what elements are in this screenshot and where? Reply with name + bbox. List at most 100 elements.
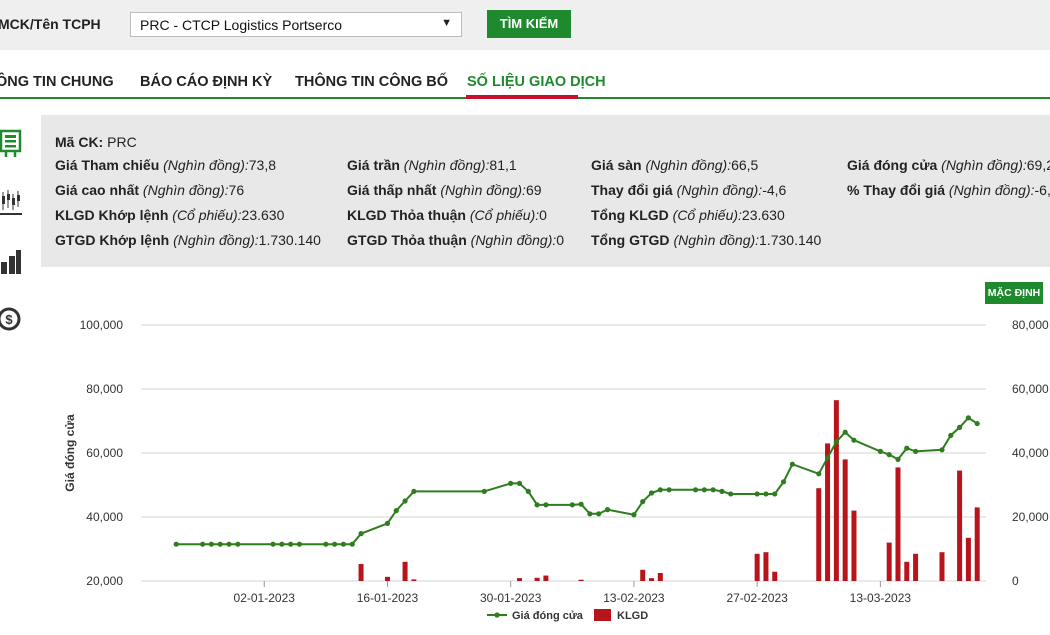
y-axis-label: Giá đóng cửa (63, 414, 77, 492)
price-point (824, 455, 831, 461)
price-point (640, 499, 646, 505)
info-field-value: 0 (539, 207, 547, 223)
news-icon[interactable] (0, 129, 22, 159)
company-select-value: PRC - CTCP Logistics Portserco (140, 17, 343, 33)
info-field-unit: (Nghìn đồng): (645, 157, 732, 173)
volume-bar (516, 578, 522, 581)
search-label: MCK/Tên TCPH (0, 16, 101, 32)
price-point (279, 541, 285, 547)
price-point (587, 511, 593, 517)
stock-code: Mã CK: PRC (55, 134, 137, 150)
info-field-label: Tổng KLGD (591, 207, 669, 223)
volume-bar (772, 571, 778, 581)
info-field-value: 1.730.140 (759, 232, 822, 248)
y-right-tick-label: 60,000 (1012, 382, 1049, 396)
y-tick-label: 60,000 (86, 446, 123, 460)
bar-chart-icon[interactable] (0, 246, 22, 276)
price-point (895, 456, 901, 462)
price-point (217, 541, 223, 547)
info-field-unit: (Cổ phiếu): (172, 207, 242, 223)
info-field: Giá trần (Nghìn đồng):81,1 (347, 157, 517, 173)
price-point (604, 507, 611, 513)
company-select[interactable]: PRC - CTCP Logistics Portserco ▼ (130, 12, 462, 37)
legend-bar-swatch (594, 609, 611, 621)
y-tick-label: 40,000 (86, 510, 123, 524)
price-point (772, 491, 778, 497)
price-point (402, 498, 408, 504)
info-field: Tổng KLGD (Cổ phiếu):23.630 (591, 207, 785, 223)
volume-bar (649, 578, 655, 581)
info-field-value: 73,8 (248, 157, 276, 173)
dollar-icon[interactable]: $ (0, 304, 22, 334)
price-point (939, 447, 945, 453)
search-button[interactable]: TÌM KIẾM (487, 10, 571, 38)
info-field-unit: (Nghìn đồng): (673, 232, 760, 248)
tab-general-info[interactable]: ÔNG TIN CHUNG (0, 74, 114, 90)
price-point (534, 502, 540, 508)
y-right-tick-label: 80,000 (1012, 318, 1049, 332)
volume-bar (402, 561, 408, 581)
info-field-label: GTGD Khớp lệnh (55, 232, 170, 248)
price-point (904, 445, 910, 451)
info-field-label: Giá trần (347, 157, 400, 173)
price-point (508, 480, 514, 486)
price-line (176, 416, 978, 546)
price-point (358, 531, 364, 537)
info-field-unit: (Cổ phiếu): (469, 207, 540, 223)
info-field-unit: (Nghìn đồng): (173, 232, 259, 248)
price-point (701, 487, 707, 493)
price-point (728, 491, 734, 497)
info-field-value: 69 (525, 182, 542, 198)
price-volume-chart[interactable]: 100,000 80,000 60,000 40,000 20,000 80,000 60,… (41, 267, 1050, 630)
info-field-unit: (Cổ phiếu): (672, 207, 742, 223)
info-field: KLGD Khớp lệnh (Cổ phiếu):23.630 (55, 207, 284, 223)
candlestick-icon[interactable] (0, 186, 22, 216)
x-tick-label: 02-01-2023 (234, 591, 296, 605)
y-tick-label: 20,000 (86, 574, 123, 588)
x-tick-label: 27-02-2023 (726, 591, 788, 605)
legend-bar-label: KLGD (617, 610, 648, 622)
price-point (235, 541, 241, 547)
volume-bar (411, 579, 417, 581)
price-point (754, 491, 760, 497)
volume-bar (965, 537, 971, 581)
price-point (631, 512, 637, 518)
info-field-unit: (Nghìn đồng): (163, 157, 249, 173)
info-field: GTGD Thỏa thuận (Nghìn đồng):0 (347, 232, 564, 248)
price-point (226, 541, 232, 547)
x-tick-label: 13-02-2023 (603, 591, 665, 605)
volume-bar (957, 470, 963, 581)
volume-bar (578, 579, 584, 581)
y-right-tick-label: 40,000 (1012, 446, 1049, 460)
price-point (349, 541, 355, 547)
price-point (200, 541, 206, 547)
tab-trading-data[interactable]: SỐ LIỆU GIAO DỊCH (467, 74, 606, 90)
info-field-unit: (Nghìn đồng): (948, 182, 1035, 198)
volume-bar (657, 573, 663, 581)
info-field: Giá đóng cửa (Nghìn đồng):69,2 (847, 157, 1050, 173)
info-field-unit: (Nghìn đồng): (403, 157, 490, 173)
volume-bar (851, 510, 857, 581)
info-field-value: 23.630 (741, 207, 785, 223)
price-point (851, 437, 857, 443)
info-field-value: 81,1 (489, 157, 517, 173)
info-field: Giá Tham chiếu (Nghìn đồng):73,8 (55, 157, 276, 173)
info-field: Tổng GTGD (Nghìn đồng):1.730.140 (591, 232, 821, 248)
info-field-label: Tổng GTGD (591, 232, 670, 248)
legend-line-label: Giá đóng cửa (512, 610, 584, 622)
info-field-value: -4,6 (762, 182, 787, 198)
volume-bar (842, 459, 848, 581)
price-point (780, 479, 787, 485)
price-point (956, 424, 963, 430)
volume-bar (886, 542, 892, 581)
volume-bar (939, 552, 945, 581)
chevron-down-icon: ▼ (441, 17, 452, 29)
default-view-button[interactable]: MẶC ĐỊNH (985, 282, 1043, 304)
info-field-label: Giá Tham chiếu (55, 157, 160, 173)
price-point (886, 452, 892, 458)
info-field: Giá thấp nhất (Nghìn đồng):69 (347, 182, 542, 198)
price-point (763, 491, 769, 497)
tab-periodic-reports[interactable]: BÁO CÁO ĐỊNH KỲ (140, 74, 272, 90)
tab-disclosures[interactable]: THÔNG TIN CÔNG BỐ (295, 74, 448, 90)
volume-bar (358, 564, 364, 581)
